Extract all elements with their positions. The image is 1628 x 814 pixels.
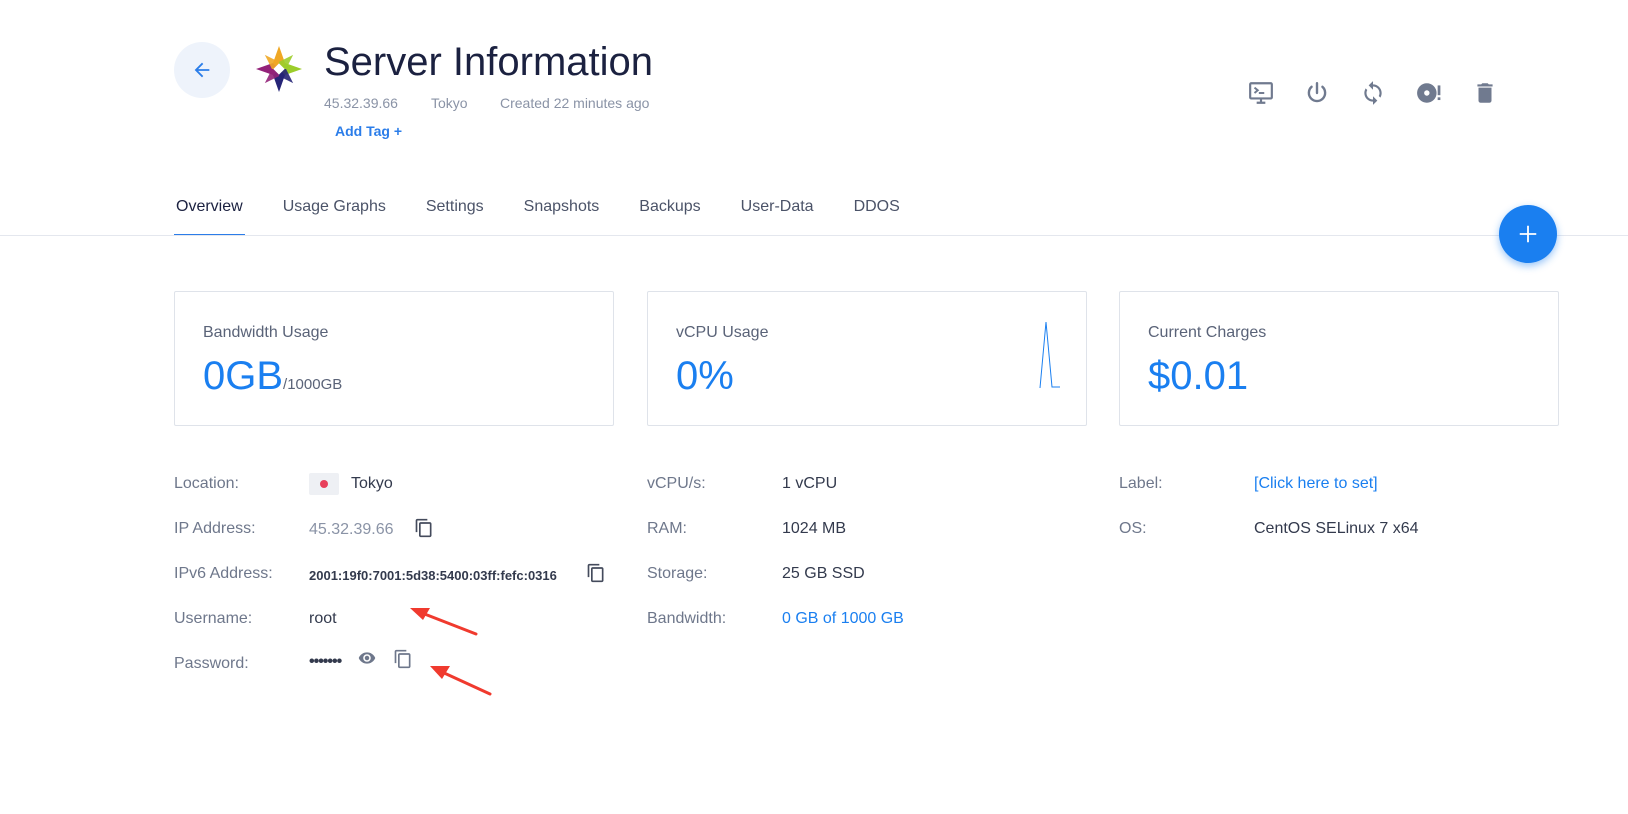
ip-address-label: IP Address: xyxy=(174,520,256,537)
japan-flag-icon xyxy=(309,473,339,495)
power-icon xyxy=(1307,82,1327,103)
copy-password-icon[interactable] xyxy=(393,648,413,670)
set-label-link[interactable]: [Click here to set] xyxy=(1254,475,1378,493)
server-actions xyxy=(1248,80,1498,106)
bandwidth-usage-value: 0GB/1000GB xyxy=(203,354,343,398)
header-location: Tokyo xyxy=(431,95,468,111)
show-password-eye-icon[interactable] xyxy=(356,649,378,667)
storage-value: 25 GB SSD xyxy=(782,565,865,582)
ip-address-value: 45.32.39.66 xyxy=(309,521,394,538)
vcpu-usage-value: 0% xyxy=(676,354,734,398)
plus-icon xyxy=(1519,225,1537,243)
tab-settings[interactable]: Settings xyxy=(424,198,486,236)
tab-bar: Overview Usage Graphs Settings Snapshots… xyxy=(174,198,938,236)
bandwidth-usage-label: Bandwidth Usage xyxy=(203,324,329,341)
bandwidth-value-link[interactable]: 0 GB of 1000 GB xyxy=(782,610,904,628)
tab-overview[interactable]: Overview xyxy=(174,198,245,236)
console-icon xyxy=(1249,82,1273,104)
password-label: Password: xyxy=(174,655,249,672)
tab-usage-graphs[interactable]: Usage Graphs xyxy=(281,198,388,236)
bandwidth-usage-card: Bandwidth Usage 0GB/1000GB xyxy=(174,291,614,426)
back-button[interactable] xyxy=(174,42,230,98)
trash-icon xyxy=(1477,83,1493,103)
ipv6-address-value: 2001:19f0:7001:5d38:5400:03ff:fefc:0316 xyxy=(309,568,557,583)
add-tag-link[interactable]: Add Tag + xyxy=(335,123,402,139)
bandwidth-label: Bandwidth: xyxy=(647,610,727,627)
ram-value: 1024 MB xyxy=(782,520,847,537)
add-fab-button[interactable] xyxy=(1499,205,1557,263)
storage-label: Storage: xyxy=(647,565,708,582)
console-button[interactable] xyxy=(1248,80,1274,106)
header-created: Created 22 minutes ago xyxy=(500,95,650,111)
tab-ddos[interactable]: DDOS xyxy=(852,198,902,236)
location-value: Tokyo xyxy=(351,475,393,492)
restart-button[interactable] xyxy=(1360,80,1386,106)
os-label: OS: xyxy=(1119,520,1147,537)
password-value: ••••••• xyxy=(309,653,342,670)
header-ip: 45.32.39.66 xyxy=(324,95,398,111)
destroy-button[interactable] xyxy=(1472,80,1498,106)
annotation-arrow-password xyxy=(430,666,492,696)
ram-label: RAM: xyxy=(647,520,687,537)
restart-icon xyxy=(1364,81,1382,105)
vcpu-usage-label: vCPU Usage xyxy=(676,324,769,341)
current-charges-card: Current Charges $0.01 xyxy=(1119,291,1559,426)
vcpu-usage-card: vCPU Usage 0% xyxy=(647,291,1087,426)
copy-ip-icon[interactable] xyxy=(414,517,434,539)
tab-backups[interactable]: Backups xyxy=(637,198,702,236)
server-label-label: Label: xyxy=(1119,475,1163,492)
os-value: CentOS SELinux 7 x64 xyxy=(1254,520,1419,537)
centos-logo-icon xyxy=(256,46,302,92)
ipv6-address-label: IPv6 Address: xyxy=(174,565,273,582)
tabs-divider xyxy=(0,235,1628,236)
username-label: Username: xyxy=(174,610,253,627)
tab-user-data[interactable]: User-Data xyxy=(739,198,816,236)
reinstall-button[interactable] xyxy=(1416,80,1442,106)
current-charges-value: $0.01 xyxy=(1148,354,1249,398)
username-value: root xyxy=(309,610,337,627)
copy-ipv6-icon[interactable] xyxy=(586,562,606,584)
power-button[interactable] xyxy=(1304,80,1330,106)
vcpus-label: vCPU/s: xyxy=(647,475,706,492)
vcpus-value: 1 vCPU xyxy=(782,475,838,492)
location-label: Location: xyxy=(174,475,239,492)
bandwidth-usage-unit: /1000GB xyxy=(283,376,343,393)
page-title: Server Information xyxy=(324,40,654,84)
annotation-arrow-username xyxy=(410,608,478,636)
reinstall-disc-icon xyxy=(1417,83,1441,103)
tab-snapshots[interactable]: Snapshots xyxy=(522,198,602,236)
arrow-left-icon xyxy=(194,62,210,78)
current-charges-label: Current Charges xyxy=(1148,324,1267,341)
vcpu-sparkline xyxy=(1039,321,1060,389)
